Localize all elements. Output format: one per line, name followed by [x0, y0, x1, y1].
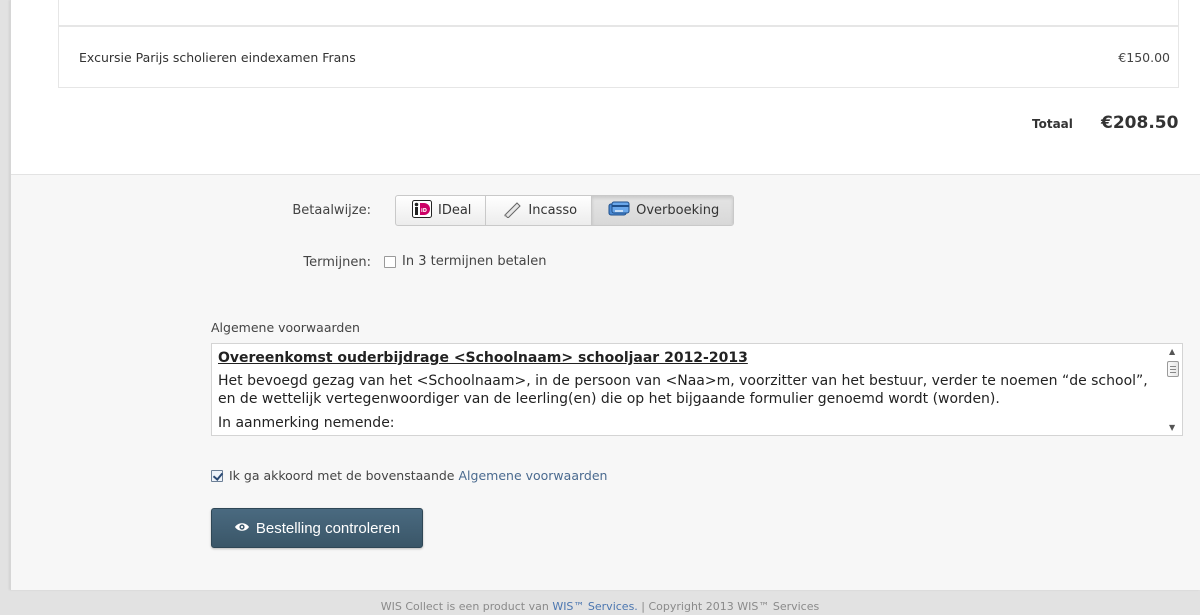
footer-link[interactable]: WIS™ Services.: [552, 600, 637, 613]
terms-paragraph-cut: In aanmerking nemende:: [218, 415, 395, 431]
installments-option[interactable]: In 3 termijnen betalen: [384, 254, 546, 269]
payment-option-ideal[interactable]: iD IDeal: [396, 196, 487, 225]
footer-copyright: | Copyright 2013 WIS™ Services: [641, 600, 820, 613]
bank-transfer-icon: [608, 200, 630, 222]
footer: WIS Collect is een product van WIS™ Serv…: [0, 600, 1200, 613]
order-row: Excursie Parijs scholieren eindexamen Fr…: [58, 26, 1179, 88]
terms-agree-text: Ik ga akkoord met de bovenstaande: [229, 468, 455, 483]
payment-option-overboeking[interactable]: Overboeking: [592, 196, 734, 225]
total-label: Totaal: [1032, 117, 1073, 131]
terms-paragraph: Het bevoegd gezag van het <Schoolnaam>, …: [218, 373, 1148, 407]
check-order-button-label: Bestelling controleren: [255, 519, 401, 537]
payment-option-incasso-label: Incasso: [528, 203, 578, 218]
terms-agreement: Ik ga akkoord met de bovenstaande Algeme…: [211, 468, 607, 483]
installments-label: Termijnen:: [303, 255, 371, 270]
payment-option-incasso[interactable]: Incasso: [486, 196, 593, 225]
footer-text: WIS Collect is een product van: [380, 600, 549, 613]
scroll-down-arrow-icon[interactable]: ▼: [1169, 423, 1175, 432]
checkout-panel: Excursie Parijs scholieren eindexamen Fr…: [10, 0, 1200, 590]
terms-agree-checkbox[interactable]: [211, 469, 223, 482]
payment-method-label: Betaalwijze:: [292, 203, 371, 218]
svg-text:iD: iD: [421, 208, 427, 214]
terms-heading: Overeenkomst ouderbijdrage <Schoolnaam> …: [218, 350, 748, 366]
pen-icon: [502, 200, 522, 222]
order-item-price: €150.00: [1118, 50, 1170, 65]
terms-textbox[interactable]: Overeenkomst ouderbijdrage <Schoolnaam> …: [211, 343, 1183, 436]
payment-method-group: iD IDeal Incasso Overboeking: [395, 195, 735, 226]
eye-icon: [234, 520, 250, 537]
check-order-button[interactable]: Bestelling controleren: [211, 508, 423, 548]
installments-checkbox[interactable]: [384, 255, 396, 268]
total-value: €208.50: [1101, 113, 1179, 133]
order-item-description: Excursie Parijs scholieren eindexamen Fr…: [79, 50, 356, 65]
terms-agree-link[interactable]: Algemene voorwaarden: [459, 468, 608, 483]
payment-option-overboeking-label: Overboeking: [636, 203, 720, 218]
payment-option-ideal-label: IDeal: [438, 203, 472, 218]
order-summary: Excursie Parijs scholieren eindexamen Fr…: [11, 0, 1200, 175]
scroll-thumb[interactable]: [1167, 361, 1179, 377]
terms-scrollbar[interactable]: ▲ ▼: [1165, 344, 1182, 435]
terms-content: Overeenkomst ouderbijdrage <Schoolnaam> …: [218, 350, 1163, 435]
order-row-previous: [58, 0, 1179, 26]
ideal-logo-icon: iD: [412, 199, 432, 222]
scroll-up-arrow-icon[interactable]: ▲: [1169, 347, 1175, 356]
terms-title: Algemene voorwaarden: [211, 320, 360, 335]
installments-option-label: In 3 termijnen betalen: [402, 254, 547, 269]
